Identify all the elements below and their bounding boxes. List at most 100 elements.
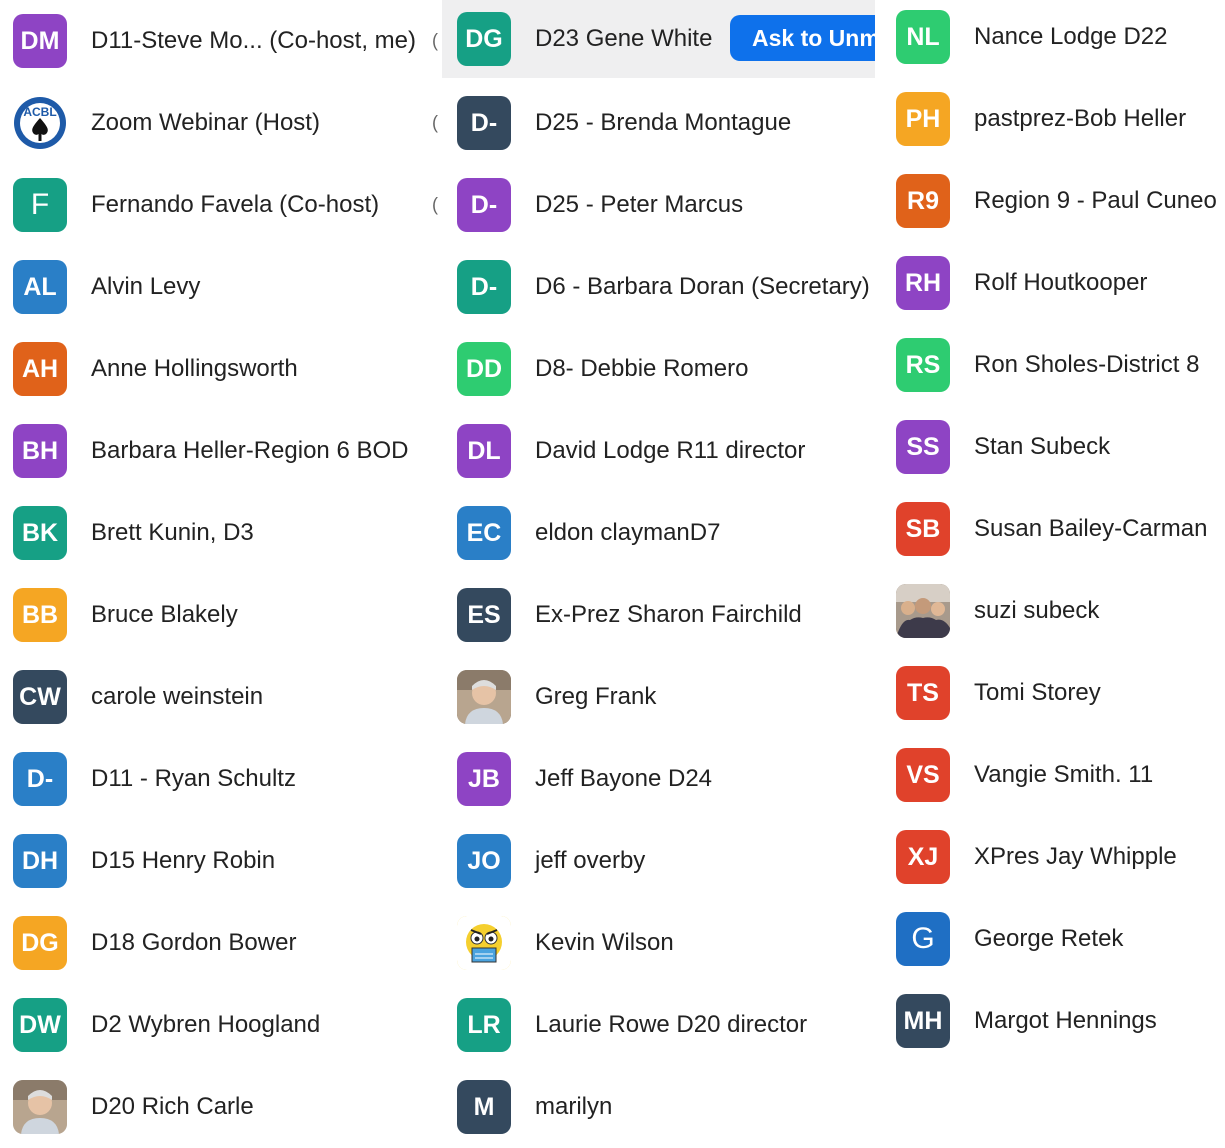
participant-name: carole weinstein [91,683,264,710]
participant-row[interactable]: DG D18 Gordon Bower [0,902,440,984]
participant-row[interactable]: G George Retek [882,898,1225,980]
avatar: CW [13,670,67,724]
participant-name: pastprez-Bob Heller [974,105,1187,132]
participant-row[interactable]: DL David Lodge R11 director [442,410,875,492]
participant-row[interactable]: JO jeff overby [442,820,875,902]
participant-name: D25 - Peter Marcus [535,191,744,218]
participant-name: David Lodge R11 director [535,437,806,464]
participant-row[interactable]: PH pastprez-Bob Heller [882,78,1225,160]
participant-name: eldon claymanD7 [535,519,721,546]
participant-row[interactable]: AL Alvin Levy [0,246,440,328]
participant-name: Vangie Smith. 11 [974,761,1154,788]
participant-row[interactable]: Kevin Wilson [442,902,875,984]
participant-row[interactable]: XJ XPres Jay Whipple [882,816,1225,898]
avatar: ES [457,588,511,642]
avatar: TS [896,666,950,720]
more-indicator: ( [432,194,438,215]
participant-name: Stan Subeck [974,433,1111,460]
user-photo-icon [13,1080,67,1134]
participant-row[interactable]: DG D23 Gene White Ask to Unmute [442,0,875,78]
participant-row[interactable]: RH Rolf Houtkooper [882,242,1225,324]
participant-row[interactable]: SS Stan Subeck [882,406,1225,488]
participant-row[interactable]: JB Jeff Bayone D24 [442,738,875,820]
participant-row[interactable]: D- D25 - Peter Marcus [442,164,875,246]
participant-row[interactable]: D- D11 - Ryan Schultz [0,738,440,820]
ask-to-unmute-button[interactable]: Ask to Unmute [730,15,875,61]
avatar: DG [457,12,511,66]
participant-name: suzi subeck [974,597,1100,624]
avatar: EC [457,506,511,560]
participant-name: Nance Lodge D22 [974,23,1168,50]
avatar: F [13,178,67,232]
participant-name: D15 Henry Robin [91,847,276,874]
participant-row[interactable]: BB Bruce Blakely [0,574,440,656]
avatar: PH [896,92,950,146]
participants-column-1: DM D11-Steve Mo... (Co-host, me) (ACBL Zoom… [0,0,440,1148]
participant-row[interactable]: LR Laurie Rowe D20 director [442,984,875,1066]
participant-row[interactable]: Greg Frank [442,656,875,738]
cartoon-avatar-icon [457,916,511,970]
avatar: D- [457,178,511,232]
participant-row[interactable]: MH Margot Hennings [882,980,1225,1062]
avatar: BB [13,588,67,642]
avatar: R9 [896,174,950,228]
participant-row[interactable]: suzi subeck [882,570,1225,652]
participant-row[interactable]: ES Ex-Prez Sharon Fairchild [442,574,875,656]
participant-name: Tomi Storey [974,679,1101,706]
participant-row[interactable]: NL Nance Lodge D22 [882,0,1225,78]
participant-row[interactable]: DM D11-Steve Mo... (Co-host, me) ( [0,0,440,82]
participant-row[interactable]: CW carole weinstein [0,656,440,738]
participant-row[interactable]: D- D6 - Barbara Doran (Secretary) [442,246,875,328]
participant-row[interactable]: TS Tomi Storey [882,652,1225,734]
participant-row[interactable]: F Fernando Favela (Co-host) ( [0,164,440,246]
more-indicator: ( [432,112,438,133]
avatar: M [457,1080,511,1134]
participants-column-2: DG D23 Gene White Ask to Unmute D- D25 - Bre… [442,0,875,1148]
avatar: D- [457,96,511,150]
avatar: G [896,912,950,966]
avatar: AL [13,260,67,314]
participant-name: D25 - Brenda Montague [535,109,792,136]
participant-row[interactable]: BK Brett Kunin, D3 [0,492,440,574]
user-photo-icon [457,670,511,724]
participant-name: D11-Steve Mo... (Co-host, me) [91,27,416,54]
participant-name: Ron Sholes-District 8 [974,351,1200,378]
avatar: JB [457,752,511,806]
participant-row[interactable]: VS Vangie Smith. 11 [882,734,1225,816]
avatar: DW [13,998,67,1052]
participant-name: Fernando Favela (Co-host) [91,191,380,218]
participant-row[interactable]: SB Susan Bailey-Carman [882,488,1225,570]
participant-row[interactable]: Mmarilyn [442,1066,875,1148]
avatar: RS [896,338,950,392]
avatar: BH [13,424,67,478]
participant-row[interactable]: DH D15 Henry Robin [0,820,440,902]
avatar: D- [13,752,67,806]
participant-name: D8- Debbie Romero [535,355,749,382]
avatar: JO [457,834,511,888]
more-indicator: ( [432,30,438,51]
participant-row[interactable]: ACBL Zoom Webinar (Host) ( [0,82,440,164]
participant-row[interactable]: D20 Rich Carle [0,1066,440,1148]
participant-row[interactable]: EC eldon claymanD7 [442,492,875,574]
participant-name: D20 Rich Carle [91,1093,254,1120]
participant-row[interactable]: BH Barbara Heller-Region 6 BOD [0,410,440,492]
avatar: DM [13,14,67,68]
participant-name: marilyn [535,1093,613,1120]
participant-name: Margot Hennings [974,1007,1157,1034]
avatar: MH [896,994,950,1048]
participants-column-3: NL Nance Lodge D22 PH pastprez-Bob Heller R9… [882,0,1225,1062]
participant-row[interactable]: R9 Region 9 - Paul Cuneo [882,160,1225,242]
participant-row[interactable]: DW D2 Wybren Hoogland [0,984,440,1066]
participant-row[interactable]: RS Ron Sholes-District 8 [882,324,1225,406]
participant-row[interactable]: DD D8- Debbie Romero [442,328,875,410]
participant-name: Anne Hollingsworth [91,355,298,382]
participant-name: Kevin Wilson [535,929,674,956]
avatar: SS [896,420,950,474]
group-photo-icon [896,584,950,638]
participant-row[interactable]: D- D25 - Brenda Montague [442,82,875,164]
participant-row[interactable]: AH Anne Hollingsworth [0,328,440,410]
participant-name: George Retek [974,925,1124,952]
avatar: LR [457,998,511,1052]
avatar: DG [13,916,67,970]
avatar: NL [896,10,950,64]
